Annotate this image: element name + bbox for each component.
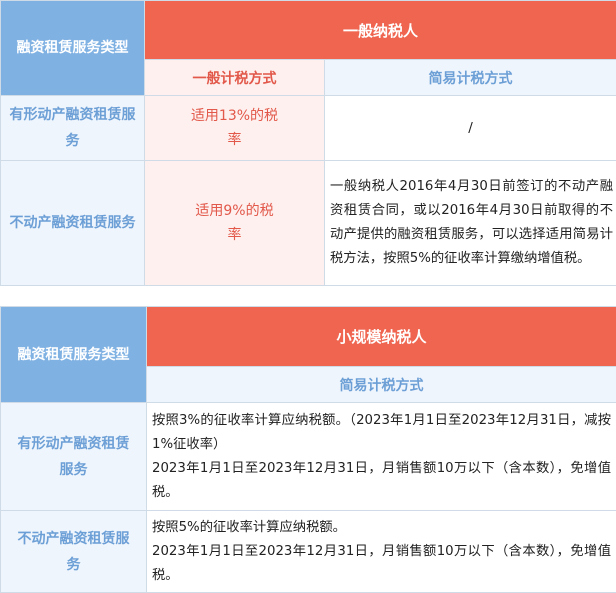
taxpayer-type-header: 一般纳税人 — [145, 1, 616, 60]
small-real-estate-exemption: 2023年1月1日至2023年12月31日，月销售额10万以下（含本数），免增值… — [152, 540, 611, 588]
simple-method-header: 简易计税方式 — [147, 367, 616, 403]
row-label-tangible: 有形动产融资租赁服务 — [1, 96, 145, 161]
small-real-estate-rate: 按照5%的征收率计算应纳税额。 — [152, 516, 611, 540]
service-type-header: 融资租赁服务类型 — [1, 307, 147, 403]
row-label-real-estate: 不动产融资租赁服务 — [1, 161, 145, 286]
small-tangible-detail: 按照3%的征收率计算应纳税额。（2023年1月1日至2023年12月31日，减按… — [147, 403, 616, 511]
service-type-header: 融资租赁服务类型 — [1, 1, 145, 96]
table-gap — [0, 286, 616, 306]
row-label-tangible: 有形动产融资租赁服务 — [1, 403, 147, 511]
general-method-header: 一般计税方式 — [145, 60, 325, 96]
small-real-estate-detail: 按照5%的征收率计算应纳税额。 2023年1月1日至2023年12月31日，月销… — [147, 511, 616, 593]
small-tangible-rate: 按照3%的征收率计算应纳税额。（2023年1月1日至2023年12月31日，减按… — [152, 409, 611, 457]
row-label-real-estate: 不动产融资租赁服务 — [1, 511, 147, 593]
simple-method-tangible: / — [325, 96, 616, 161]
taxpayer-type-header: 小规模纳税人 — [147, 307, 616, 367]
small-scale-taxpayer-table: 融资租赁服务类型 小规模纳税人 简易计税方式 有形动产融资租赁服务 按照3%的征… — [0, 306, 616, 593]
general-method-tangible: 适用13%的税率 — [145, 96, 325, 161]
simple-method-real-estate: 一般纳税人2016年4月30日前签订的不动产融资租赁合同，或以2016年4月30… — [325, 161, 616, 286]
general-method-real-estate: 适用9%的税率 — [145, 161, 325, 286]
small-tangible-exemption: 2023年1月1日至2023年12月31日，月销售额10万以下（含本数），免增值… — [152, 457, 611, 505]
general-taxpayer-table: 融资租赁服务类型 一般纳税人 一般计税方式 简易计税方式 有形动产融资租赁服务 … — [0, 0, 616, 286]
simple-method-header: 简易计税方式 — [325, 60, 616, 96]
